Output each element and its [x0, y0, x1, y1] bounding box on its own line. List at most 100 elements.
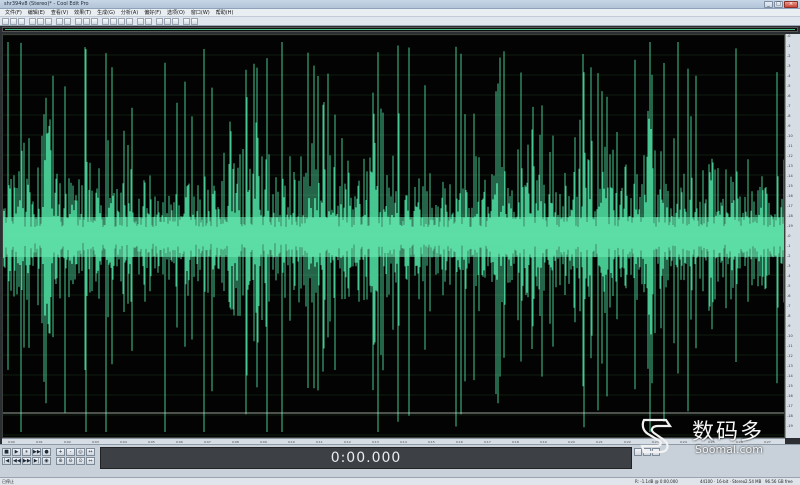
transport-button[interactable]: ▶▶: [32, 448, 41, 456]
zoom-button[interactable]: ⇔: [86, 457, 95, 465]
transport-button[interactable]: ◉: [42, 457, 51, 465]
time-readout: 0:00.000: [330, 450, 402, 466]
zoom-button[interactable]: ⊙: [76, 457, 85, 465]
scale-tick: -7: [787, 304, 791, 308]
transport-button[interactable]: ▶|: [32, 457, 41, 465]
transport-button[interactable]: ▶: [12, 448, 21, 456]
zoom-full-icon[interactable]: [652, 448, 660, 456]
transport-button[interactable]: ●: [42, 448, 51, 456]
zoom-button[interactable]: -: [66, 448, 75, 456]
waveform-trace: [3, 42, 784, 432]
menu-item[interactable]: 生成(G): [94, 9, 118, 16]
scale-tick: -17: [787, 404, 793, 408]
zoom-button[interactable]: ↔: [86, 448, 95, 456]
status-state: 已停止: [2, 479, 14, 484]
info-icon[interactable]: [191, 17, 198, 25]
minimize-icon[interactable]: _: [764, 1, 773, 8]
settings-icon[interactable]: [145, 17, 152, 25]
scale-tick: -4: [787, 74, 791, 78]
open-file-icon[interactable]: [10, 17, 17, 25]
cue-icon[interactable]: [164, 17, 171, 25]
new-file-icon[interactable]: [2, 17, 9, 25]
waveform-svg: [3, 35, 784, 436]
loop-icon[interactable]: [118, 17, 125, 25]
scale-tick: -0: [787, 34, 791, 38]
zoom-out-icon[interactable]: [643, 448, 651, 456]
trim-icon[interactable]: [83, 17, 90, 25]
status-size: 2.54 MB: [745, 479, 762, 484]
menu-item[interactable]: 帮助(H): [213, 9, 237, 16]
marker-icon[interactable]: [156, 17, 163, 25]
menu-item[interactable]: 偏好(F): [141, 9, 164, 16]
status-free: 96.56 GB free: [765, 479, 793, 484]
window-controls: _ □ ×: [764, 1, 798, 8]
waveform-overview[interactable]: [2, 27, 798, 32]
toolbar: [0, 17, 800, 26]
scale-tick: -5: [787, 284, 791, 288]
snap-icon[interactable]: [172, 17, 179, 25]
zoom-button[interactable]: +: [56, 448, 65, 456]
help-icon[interactable]: [183, 17, 190, 25]
window-title: shr394v8 (Stereo)* - Cool Edit Pro: [4, 1, 89, 7]
scale-tick: -19: [787, 224, 793, 228]
scale-tick: -18: [787, 414, 793, 418]
menu-item[interactable]: 选项(O): [164, 9, 188, 16]
scale-tick: -14: [787, 174, 793, 178]
redo-icon[interactable]: [64, 17, 71, 25]
waveform-display[interactable]: [2, 34, 785, 438]
menu-item[interactable]: 编辑(E): [25, 9, 48, 16]
toolbar-separator: [99, 18, 101, 25]
menu-bar: 文件(F) 编辑(E) 查看(V) 效果(T) 生成(G) 分析(A) 偏好(F) 选项(O)…: [0, 9, 800, 17]
menu-item[interactable]: 文件(F): [2, 9, 25, 16]
scale-tick: -13: [787, 164, 793, 168]
menu-item[interactable]: 分析(A): [118, 9, 141, 16]
scale-tick: -3: [787, 264, 791, 268]
transport-button[interactable]: ■: [2, 448, 11, 456]
zoom-in-icon[interactable]: [634, 448, 642, 456]
zoom-button[interactable]: ◎: [76, 448, 85, 456]
transport-button[interactable]: |◀: [2, 457, 11, 465]
scale-tick: -6: [787, 94, 791, 98]
zoom-icon[interactable]: [102, 17, 109, 25]
paste-icon[interactable]: [45, 17, 52, 25]
cut-icon[interactable]: [29, 17, 36, 25]
scale-tick: -0: [787, 234, 791, 238]
transport-button[interactable]: ▶▶: [22, 457, 31, 465]
time-display: 0:00.000: [100, 447, 632, 469]
toolbar-separator: [72, 18, 74, 25]
menu-item[interactable]: 查看(V): [48, 9, 71, 16]
menu-item[interactable]: 窗口(W): [188, 9, 213, 16]
maximize-icon[interactable]: □: [774, 1, 783, 8]
transport-panel: ■ ▶ ⏸ ▶▶ ● |◀ ◀◀ ▶▶ ▶| ◉ + - ◎ ↔ ⊕ ⊖ ⊙ ⇔ 0:00.000: [0, 444, 800, 477]
scale-tick: -4: [787, 274, 791, 278]
toolbar-separator: [180, 18, 182, 25]
close-button[interactable]: ×: [784, 1, 798, 8]
save-icon[interactable]: [18, 17, 25, 25]
effects-icon[interactable]: [137, 17, 144, 25]
scale-tick: -3: [787, 64, 791, 68]
transport-button[interactable]: ⏸: [22, 448, 31, 456]
undo-icon[interactable]: [56, 17, 63, 25]
overview-fill: [5, 29, 795, 30]
zoom-button[interactable]: ⊖: [66, 457, 75, 465]
scale-tick: -6: [787, 294, 791, 298]
status-format: 44100 · 16-bit · Stereo: [700, 479, 746, 484]
silence-icon[interactable]: [91, 17, 98, 25]
zoom-button[interactable]: ⊕: [56, 457, 65, 465]
toolbar-separator: [134, 18, 136, 25]
scale-tick: -17: [787, 204, 793, 208]
transport-button[interactable]: ◀◀: [12, 457, 21, 465]
waveform-center-band: [3, 217, 784, 257]
scale-tick: -12: [787, 354, 793, 358]
play-icon[interactable]: [110, 17, 117, 25]
scale-tick: -2: [787, 254, 791, 258]
menu-item[interactable]: 效果(T): [71, 9, 94, 16]
record-icon[interactable]: [126, 17, 133, 25]
scale-tick: -7: [787, 104, 791, 108]
mix-icon[interactable]: [75, 17, 82, 25]
scale-tick: -8: [787, 314, 791, 318]
zoom-controls: + - ◎ ↔ ⊕ ⊖ ⊙ ⇔: [56, 448, 95, 465]
title-bar: shr394v8 (Stereo)* - Cool Edit Pro _ □ ×: [0, 0, 800, 9]
copy-icon[interactable]: [37, 17, 44, 25]
scale-tick: -5: [787, 84, 791, 88]
